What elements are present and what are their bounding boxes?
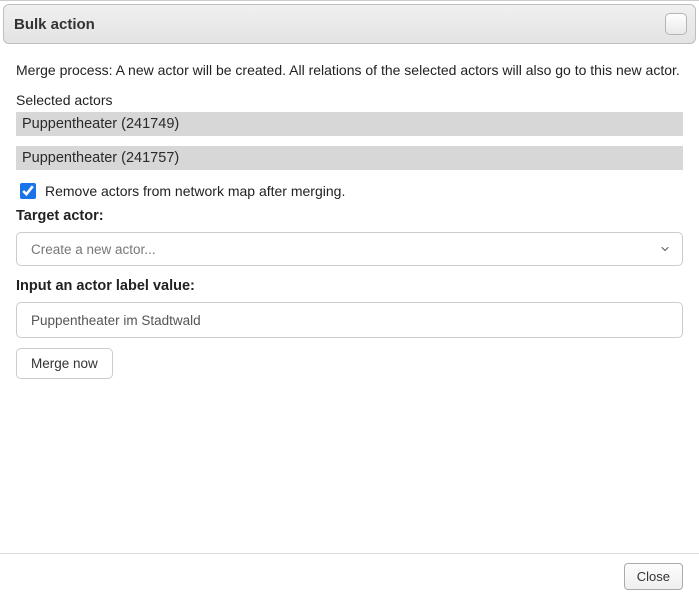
target-actor-select-wrap: Create a new actor... (16, 232, 683, 266)
selected-actor-row: Puppentheater (241749) (16, 112, 683, 136)
remove-actors-label: Remove actors from network map after mer… (45, 183, 345, 199)
remove-checkbox-row: Remove actors from network map after mer… (16, 180, 683, 202)
merge-now-button[interactable]: Merge now (16, 348, 113, 379)
dialog-body: Merge process: A new actor will be creat… (0, 44, 699, 379)
dialog-footer: Close (0, 553, 699, 599)
bulk-action-dialog: Bulk action Merge process: A new actor w… (0, 0, 699, 599)
close-button[interactable]: Close (624, 563, 683, 590)
merge-description: Merge process: A new actor will be creat… (16, 62, 683, 78)
titlebar: Bulk action (3, 4, 696, 44)
target-actor-select[interactable]: Create a new actor... (16, 232, 683, 266)
dialog-title: Bulk action (14, 16, 95, 33)
actor-label-input[interactable] (16, 302, 683, 338)
selected-actor-row: Puppentheater (241757) (16, 146, 683, 170)
window-control-button[interactable] (665, 13, 687, 35)
actor-label-field-label: Input an actor label value: (16, 278, 683, 294)
selected-actors-label: Selected actors (16, 92, 683, 108)
target-actor-label: Target actor: (16, 208, 683, 224)
target-actor-select-placeholder: Create a new actor... (31, 242, 156, 257)
remove-actors-checkbox[interactable] (20, 183, 36, 199)
